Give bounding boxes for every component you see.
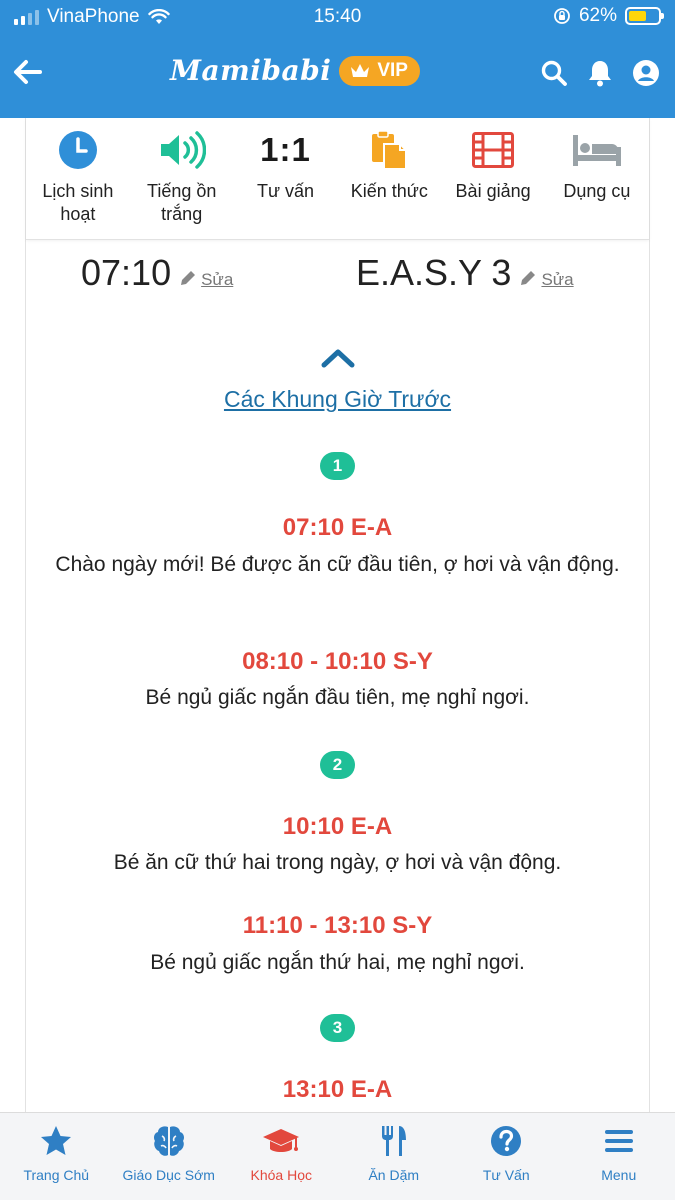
speaker-icon [160, 131, 206, 169]
schedule-summary: 07:10 Sửa E.A.S.Y 3 Sửa [26, 248, 649, 298]
quick-item-tu-van[interactable]: 1:1 Tư vấn [234, 118, 338, 239]
film-icon [472, 132, 515, 168]
tab-khoa-hoc[interactable]: Khóa Học [225, 1113, 338, 1200]
account-icon [633, 60, 659, 86]
quick-item-label: Dụng cụ [563, 181, 631, 201]
tab-trang-chu[interactable]: Trang Chủ [0, 1113, 113, 1200]
quick-item-dung-cu[interactable]: Dụng cụ [545, 118, 649, 239]
back-arrow-icon [14, 60, 42, 84]
notifications-button[interactable] [585, 58, 615, 88]
navbar: Mamibabi VIP [0, 40, 675, 110]
edit-start-time-link[interactable]: Sửa [179, 267, 233, 290]
slot-time: 07:10 E-A [282, 514, 393, 541]
tab-label: Trang Chủ [23, 1167, 90, 1183]
app-logo: Mamibabi [170, 54, 332, 87]
slot-time: 08:10 - 10:10 S-Y [242, 648, 433, 675]
tab-tu-van[interactable]: Tư Vấn [450, 1113, 563, 1200]
easy-type-block: E.A.S.Y 3 Sửa [356, 252, 574, 294]
battery-percent: 62% [578, 5, 617, 26]
edit-easy-type-link[interactable]: Sửa [519, 267, 574, 290]
utensils-icon [381, 1126, 406, 1156]
graduation-cap-icon [263, 1129, 300, 1152]
tab-label: Tư Vấn [482, 1167, 530, 1183]
account-button[interactable] [631, 58, 661, 88]
quick-item-kien-thuc[interactable]: Kiến thức [337, 118, 441, 239]
slot-number-badge: 3 [320, 1014, 355, 1042]
bottom-tab-bar: Trang Chủ Giáo Dục Sớm Khóa Học Ăn Dặm T… [0, 1112, 675, 1200]
vip-label: VIP [377, 59, 408, 81]
quick-item-label: Tư vấn [256, 181, 315, 201]
vip-badge[interactable]: VIP [339, 55, 420, 86]
easy-type: E.A.S.Y 3 [356, 252, 512, 293]
start-time: 07:10 [81, 252, 172, 293]
app-header: VinaPhone 15:40 62% Mamibabi VIP [0, 0, 675, 118]
quick-item-bai-giang[interactable]: Bài giảng [441, 118, 545, 239]
collapse-button[interactable] [26, 346, 649, 370]
quick-item-label: Kiến thức [350, 181, 428, 201]
schedule-card: Lịch sinh hoạt Tiếng ồn trắng 1:1 Tư vấn [25, 118, 650, 1118]
crown-icon [351, 63, 370, 77]
bed-icon [572, 135, 621, 166]
slot-description: Bé ngủ giấc ngắn thứ hai, mẹ nghỉ ngơi. [150, 951, 525, 974]
slot-time: 10:10 E-A [282, 813, 393, 840]
pencil-icon [521, 271, 536, 285]
clock-icon [58, 131, 97, 169]
slot-description: Bé ăn cữ thứ hai trong ngày, ợ hơi và vậ… [113, 851, 562, 874]
tab-label: Khóa Học [250, 1167, 312, 1183]
battery-icon [625, 7, 664, 25]
tab-label: Menu [601, 1167, 637, 1183]
clipboard-icon [372, 130, 408, 170]
slot-time: 13:10 E-A [282, 1076, 393, 1103]
quick-item-label: Lịch sinh hoạt [42, 181, 114, 224]
back-button[interactable] [10, 54, 50, 94]
tab-an-dam[interactable]: Ăn Dặm [338, 1113, 451, 1200]
slot-description: Bé ngủ giấc ngắn đầu tiên, mẹ nghỉ ngơi. [145, 686, 530, 709]
brain-icon [153, 1126, 184, 1156]
tab-giao-duc-som[interactable]: Giáo Dục Sớm [113, 1113, 226, 1200]
search-button[interactable] [539, 58, 569, 88]
slot-number-badge: 1 [320, 452, 355, 480]
slot-time: 11:10 - 13:10 S-Y [242, 912, 433, 939]
slot-number-badge: 2 [320, 751, 355, 779]
quick-item-label: Tiếng ồn trắng [147, 181, 217, 224]
status-bar: VinaPhone 15:40 62% [0, 0, 675, 36]
tab-menu[interactable]: Menu [563, 1113, 675, 1200]
hamburger-icon [604, 1130, 633, 1152]
start-time-block: 07:10 Sửa [81, 252, 233, 294]
brand: Mamibabi VIP [170, 54, 420, 87]
edit-label: Sửa [541, 270, 574, 289]
orientation-lock-icon [554, 8, 570, 24]
bell-icon [589, 61, 611, 87]
tab-label: Giáo Dục Sớm [122, 1167, 215, 1183]
pencil-icon [181, 271, 196, 285]
quick-item-tieng-on-trang[interactable]: Tiếng ồn trắng [130, 118, 234, 239]
edit-label: Sửa [201, 270, 234, 289]
one-on-one-icon: 1:1 [260, 131, 311, 168]
quick-item-label: Bài giảng [455, 181, 531, 201]
question-icon [491, 1126, 522, 1156]
quick-menu: Lịch sinh hoạt Tiếng ồn trắng 1:1 Tư vấn [26, 118, 649, 240]
quick-item-lich-sinh-hoat[interactable]: Lịch sinh hoạt [26, 118, 130, 239]
search-icon [541, 60, 567, 86]
chevron-up-icon [321, 349, 354, 368]
star-icon [41, 1126, 72, 1155]
slot-description: Chào ngày mới! Bé được ăn cữ đầu tiên, ợ… [55, 553, 620, 576]
previous-slots-link[interactable]: Các Khung Giờ Trước [26, 386, 649, 413]
tab-label: Ăn Dặm [368, 1167, 420, 1183]
